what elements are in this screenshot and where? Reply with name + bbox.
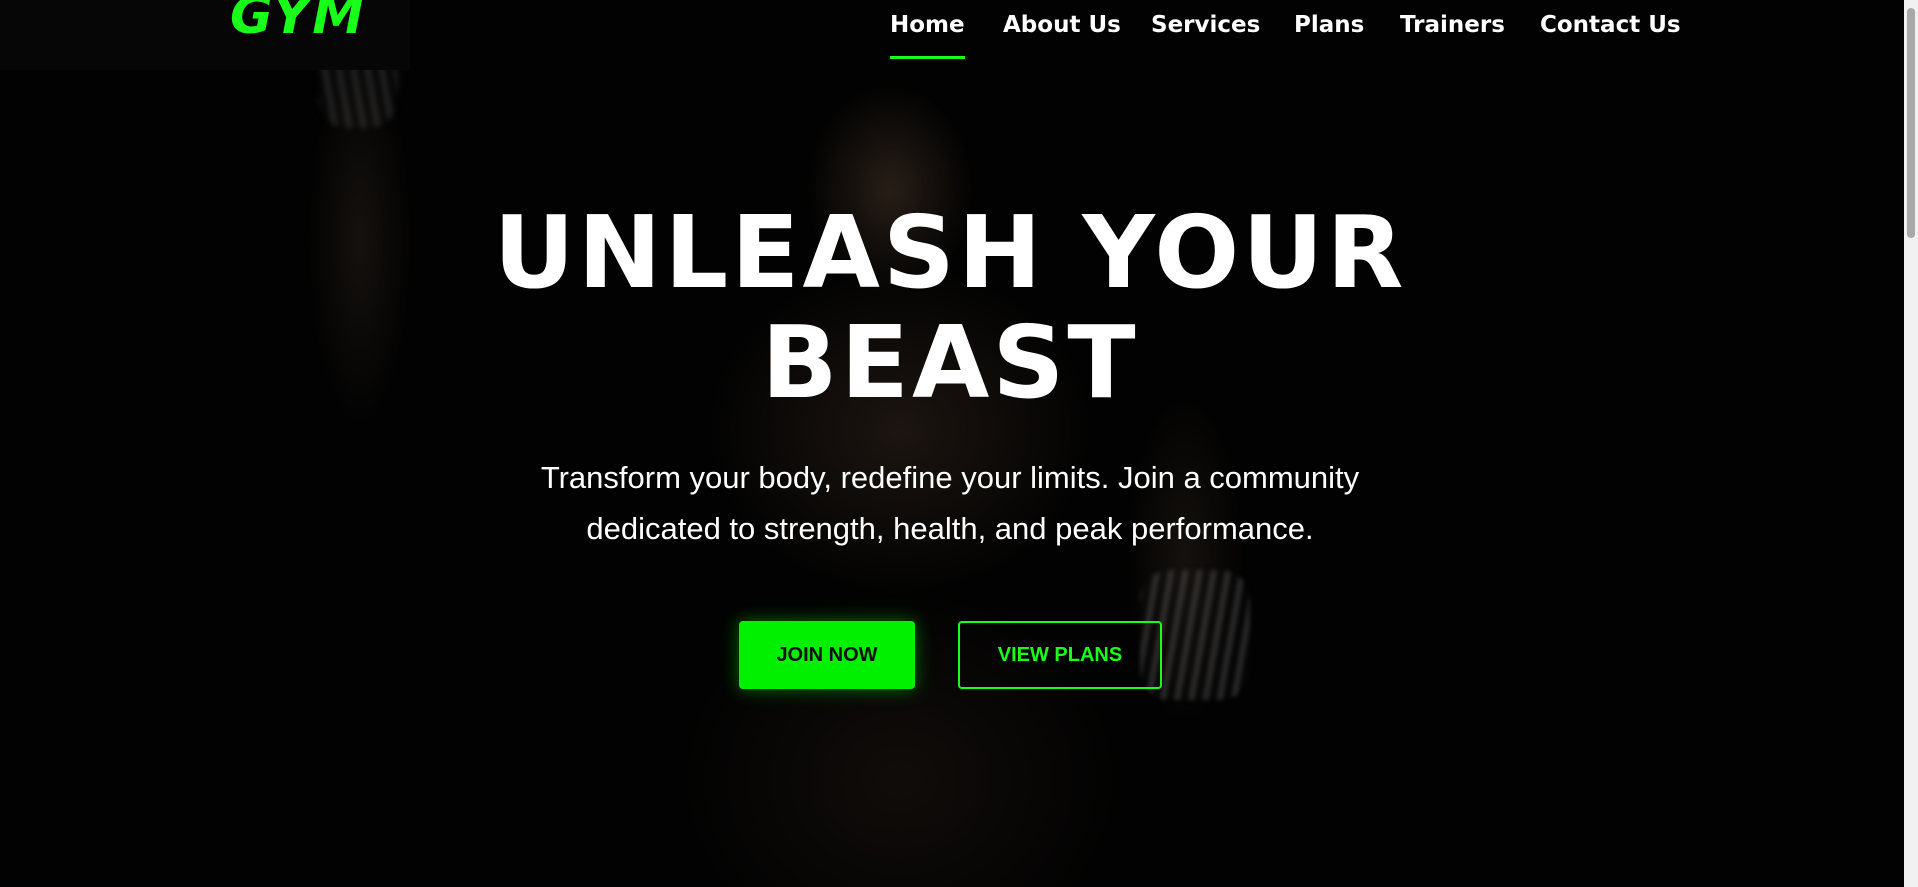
nav-contact-us[interactable]: Contact Us [1540, 12, 1681, 38]
hero-background-image [0, 0, 1904, 887]
hero-subtitle: Transform your body, redefine your limit… [510, 452, 1390, 554]
hero-title-line-1: UNLEASH YOUR [493, 194, 1407, 311]
scrollbar-thumb[interactable] [1907, 8, 1915, 238]
hero-subtitle-line-2: dedicated to strength, health, and peak … [586, 511, 1314, 546]
nav-trainers[interactable]: Trainers [1400, 12, 1505, 38]
view-plans-button[interactable]: VIEW PLANS [958, 621, 1162, 689]
hero-title: UNLEASH YOUR BEAST [460, 198, 1440, 418]
hero-title-line-2: BEAST [761, 304, 1139, 421]
nav-home[interactable]: Home [890, 12, 965, 59]
hero-subtitle-line-1: Transform your body, redefine your limit… [540, 460, 1360, 495]
page-scrollbar[interactable] [1904, 0, 1918, 887]
site-header: GYM Home About Us Services Plans Trainer… [0, 0, 1904, 70]
logo[interactable]: GYM [230, 0, 366, 46]
nav-services[interactable]: Services [1151, 12, 1260, 38]
join-now-button[interactable]: JOIN NOW [739, 621, 915, 689]
nav-plans[interactable]: Plans [1294, 12, 1364, 38]
nav-about-us[interactable]: About Us [1003, 12, 1121, 38]
